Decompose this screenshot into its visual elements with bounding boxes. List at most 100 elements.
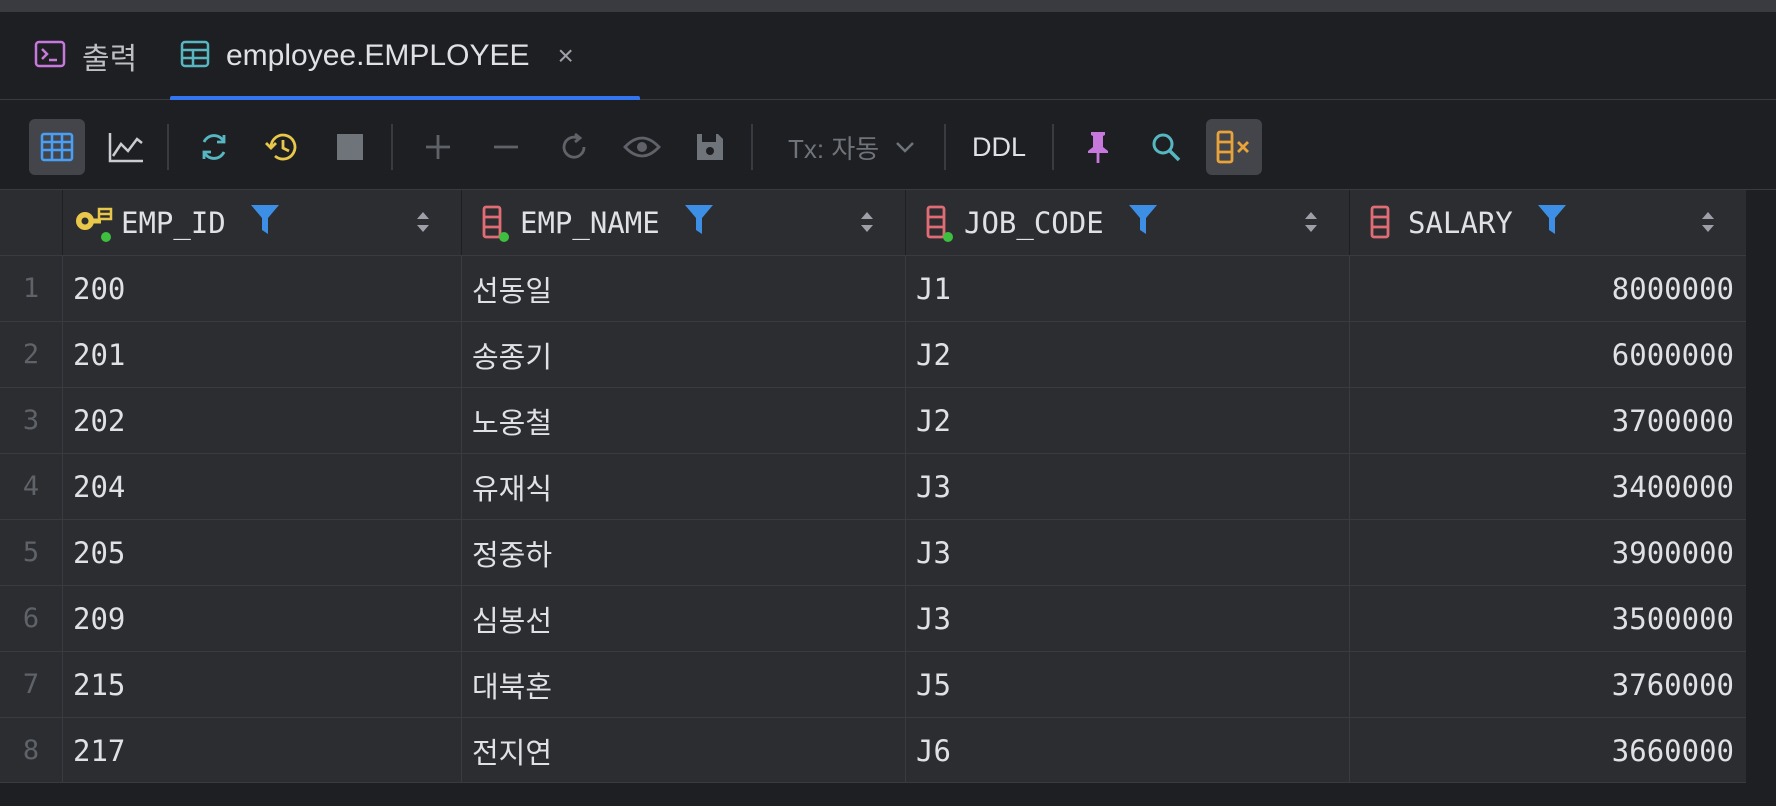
- cell-emp-name[interactable]: 전지연: [461, 718, 905, 783]
- cell-emp-name[interactable]: 유재식: [461, 454, 905, 519]
- table-icon: [180, 39, 210, 74]
- close-icon[interactable]: ×: [557, 40, 573, 72]
- cell-salary[interactable]: 3700000: [1349, 388, 1746, 453]
- column-header-job-code[interactable]: JOB_CODE: [905, 190, 1349, 255]
- row-number: 1: [22, 273, 40, 304]
- column-header-emp-id[interactable]: EMP_ID: [62, 190, 461, 255]
- row-number: 4: [22, 471, 40, 502]
- tab-employee-table[interactable]: employee.EMPLOYEE ×: [170, 12, 640, 101]
- table-row[interactable]: 1 200 선동일 J1 8000000: [0, 255, 1746, 321]
- row-number: 3: [22, 405, 40, 436]
- delete-row-button[interactable]: [478, 119, 534, 175]
- table-row[interactable]: 7 215 대북혼 J5 3760000: [0, 651, 1746, 717]
- cell-salary[interactable]: 3760000: [1349, 652, 1746, 717]
- cell-emp-id[interactable]: 209: [62, 586, 461, 651]
- cell-emp-id[interactable]: 217: [62, 718, 461, 783]
- cell-salary[interactable]: 6000000: [1349, 322, 1746, 387]
- table-row[interactable]: 4 204 유재식 J3 3400000: [0, 453, 1746, 519]
- stop-icon: [337, 134, 363, 160]
- filter-icon[interactable]: [1537, 202, 1567, 243]
- revert-button[interactable]: [546, 119, 602, 175]
- tab-bar: 출력 employee.EMPLOYEE ×: [0, 12, 1776, 101]
- chart-view-button[interactable]: [98, 119, 154, 175]
- column-icon: [916, 203, 956, 243]
- row-number: 7: [22, 669, 40, 700]
- cell-emp-name[interactable]: 대북혼: [461, 652, 905, 717]
- ddl-button[interactable]: DDL: [972, 119, 1026, 175]
- cell-emp-name[interactable]: 심봉선: [461, 586, 905, 651]
- header-row: EMP_ID EMP_NAME JOB_CODE SALARY: [0, 190, 1746, 255]
- cell-job-code[interactable]: J2: [905, 322, 1349, 387]
- cell-salary[interactable]: 8000000: [1349, 256, 1746, 321]
- tab-output[interactable]: 출력: [34, 12, 137, 100]
- cell-job-code[interactable]: J3: [905, 520, 1349, 585]
- table-row[interactable]: 2 201 송종기 J2 6000000: [0, 321, 1746, 387]
- cell-emp-id[interactable]: 202: [62, 388, 461, 453]
- cell-salary[interactable]: 3500000: [1349, 586, 1746, 651]
- cell-emp-name[interactable]: 정중하: [461, 520, 905, 585]
- cell-job-code[interactable]: J3: [905, 454, 1349, 519]
- transaction-mode-dropdown[interactable]: Tx: 자동: [788, 119, 917, 175]
- tx-label: Tx: 자동: [788, 133, 880, 164]
- sort-icon[interactable]: [1700, 208, 1716, 243]
- window-top-strip: [0, 0, 1776, 12]
- columns-clear-button[interactable]: [1206, 119, 1262, 175]
- cell-salary[interactable]: 3400000: [1349, 454, 1746, 519]
- column-name: EMP_NAME: [520, 205, 660, 240]
- cell-emp-name[interactable]: 노옹철: [461, 388, 905, 453]
- pin-button[interactable]: [1070, 119, 1126, 175]
- column-icon: [472, 203, 512, 243]
- filter-icon[interactable]: [1128, 202, 1158, 243]
- tab-employee-label: employee.EMPLOYEE: [226, 39, 530, 72]
- save-icon: [697, 134, 723, 160]
- cell-emp-id[interactable]: 201: [62, 322, 461, 387]
- history-icon: [265, 133, 297, 161]
- column-name: EMP_ID: [121, 205, 226, 240]
- cell-job-code[interactable]: J3: [905, 586, 1349, 651]
- pin-icon: [1088, 132, 1108, 163]
- toolbar-separator: [1052, 124, 1054, 170]
- table-row[interactable]: 5 205 정중하 J3 3900000: [0, 519, 1746, 585]
- cell-salary[interactable]: 3900000: [1349, 520, 1746, 585]
- toolbar-separator: [167, 124, 169, 170]
- preview-button[interactable]: [614, 119, 670, 175]
- sort-icon[interactable]: [1303, 208, 1319, 243]
- column-header-salary[interactable]: SALARY: [1349, 190, 1746, 255]
- save-button[interactable]: [682, 119, 738, 175]
- cell-job-code[interactable]: J1: [905, 256, 1349, 321]
- table-row[interactable]: 6 209 심봉선 J3 3500000: [0, 585, 1746, 651]
- refresh-button[interactable]: [186, 119, 242, 175]
- add-row-button[interactable]: [410, 119, 466, 175]
- table-row[interactable]: 8 217 전지연 J6 3660000: [0, 717, 1746, 783]
- search-button[interactable]: [1138, 119, 1194, 175]
- column-header-emp-name[interactable]: EMP_NAME: [461, 190, 905, 255]
- table-row[interactable]: 3 202 노옹철 J2 3700000: [0, 387, 1746, 453]
- toolbar-separator: [944, 124, 946, 170]
- table-view-button[interactable]: [29, 119, 85, 175]
- toolbar-separator: [391, 124, 393, 170]
- row-number: 5: [22, 537, 40, 568]
- sort-icon[interactable]: [859, 208, 875, 243]
- sort-icon[interactable]: [415, 208, 431, 243]
- history-button[interactable]: [254, 119, 310, 175]
- cell-job-code[interactable]: J2: [905, 388, 1349, 453]
- row-number: 2: [22, 339, 40, 370]
- cell-job-code[interactable]: J5: [905, 652, 1349, 717]
- cell-salary[interactable]: 3660000: [1349, 718, 1746, 783]
- cell-emp-name[interactable]: 선동일: [461, 256, 905, 321]
- filter-icon[interactable]: [684, 202, 714, 243]
- revert-icon: [562, 132, 586, 159]
- cell-emp-id[interactable]: 205: [62, 520, 461, 585]
- stop-button[interactable]: [322, 119, 378, 175]
- table-view-icon: [40, 132, 74, 162]
- cell-emp-name[interactable]: 송종기: [461, 322, 905, 387]
- cell-emp-id[interactable]: 200: [62, 256, 461, 321]
- refresh-icon: [202, 134, 226, 160]
- tab-output-label: 출력: [82, 43, 138, 76]
- cell-job-code[interactable]: J6: [905, 718, 1349, 783]
- cell-emp-id[interactable]: 204: [62, 454, 461, 519]
- filter-icon[interactable]: [250, 202, 280, 243]
- cell-emp-id[interactable]: 215: [62, 652, 461, 717]
- primary-key-icon: [73, 203, 113, 243]
- column-name: SALARY: [1408, 205, 1513, 240]
